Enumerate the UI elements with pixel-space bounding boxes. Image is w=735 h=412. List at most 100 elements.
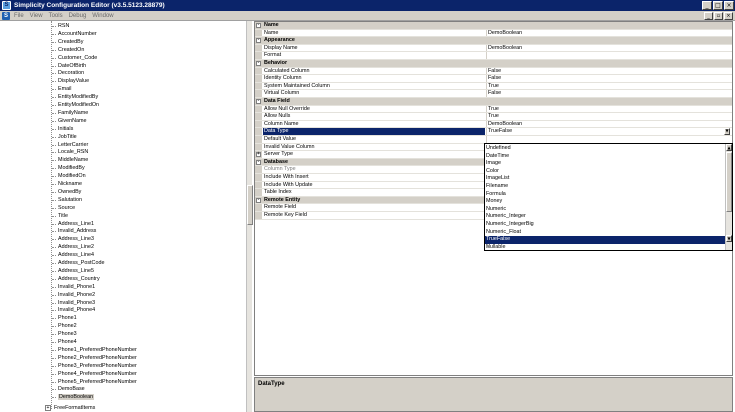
tree-item[interactable]: JobTitle — [52, 133, 77, 141]
collapse-toggle[interactable]: - — [256, 23, 261, 28]
tree-item[interactable]: Address_Line1 — [52, 220, 94, 228]
tree-item[interactable]: RSN — [51, 22, 69, 30]
menu-window[interactable]: Window — [92, 12, 113, 20]
property-value[interactable]: TrueFalse ▼ — [486, 128, 731, 135]
tree-item[interactable]: Invalid_Phone2 — [51, 291, 95, 299]
tree-item[interactable]: Salutation — [52, 196, 82, 204]
tree-item[interactable]: DemoBoolean — [51, 393, 95, 401]
property-calculated-column[interactable]: Calculated Column False — [255, 67, 732, 76]
tree-item[interactable]: Invalid_Phone1 — [51, 283, 95, 291]
menu-view[interactable]: View — [30, 12, 43, 20]
category-name[interactable]: - Name — [255, 22, 732, 30]
tree-item[interactable]: AccountNumber — [52, 30, 97, 38]
property-virtual-column[interactable]: Virtual Column False — [255, 90, 732, 98]
category-appearance[interactable]: - Appearance — [255, 37, 732, 45]
property-value[interactable]: True — [486, 113, 731, 120]
tree-item[interactable]: Address_Line4 — [52, 251, 94, 259]
dropdown-option[interactable]: Numeric_Float — [485, 229, 725, 237]
property-value[interactable]: False — [486, 75, 731, 82]
tree-item[interactable]: Phone1 — [52, 314, 77, 322]
tree-item[interactable]: ModifiedOn — [52, 172, 86, 180]
tree-item[interactable]: FamilyName — [51, 109, 88, 117]
tree-item[interactable]: Phone2 — [52, 322, 77, 330]
tree-item[interactable]: Phone1_PreferredPhoneNumber — [52, 346, 137, 354]
tree-item[interactable]: Invalid_Address — [51, 227, 96, 235]
dropdown-option[interactable]: ImageList — [485, 175, 725, 183]
tree-item[interactable]: Invalid_Phone4 — [51, 306, 95, 314]
tree-item[interactable]: Decoration — [51, 69, 84, 77]
dropdown-option[interactable]: Filename — [485, 183, 725, 191]
mdi-close-button[interactable]: × — [724, 12, 733, 20]
tree-item[interactable]: Address_Line2 — [52, 243, 94, 251]
tree-item[interactable]: CreatedOn — [51, 46, 84, 54]
tree-item[interactable]: LetterCarrier — [51, 141, 88, 149]
tree-item[interactable]: Phone4 — [52, 338, 77, 346]
tree-item[interactable]: Source — [51, 204, 75, 212]
menu-debug[interactable]: Debug — [69, 12, 87, 20]
tree-item[interactable]: ModifiedBy — [52, 164, 85, 172]
tree-item[interactable]: DateOfBirth — [51, 62, 86, 70]
minimize-button[interactable]: _ — [702, 1, 712, 10]
expand-toggle[interactable]: + — [45, 404, 51, 411]
property-value[interactable]: True — [486, 82, 731, 90]
collapse-toggle[interactable]: - — [256, 99, 261, 104]
tree-item[interactable]: Phone4_PreferredPhoneNumber — [52, 370, 137, 378]
collapse-toggle[interactable]: - — [256, 61, 261, 66]
resize-grip-icon[interactable]: ◢ — [486, 243, 493, 249]
dropdown-option[interactable]: Undefined — [485, 145, 725, 153]
mdi-minimize-button[interactable]: _ — [704, 12, 713, 20]
tree-item[interactable]: MiddleName — [51, 156, 88, 164]
property-format[interactable]: Format — [255, 52, 732, 60]
property-value[interactable] — [486, 52, 731, 59]
property-value[interactable]: DemoBoolean — [486, 29, 731, 37]
dropdown-option[interactable]: TrueFalse — [485, 236, 725, 244]
category-data-field[interactable]: - Data Field — [255, 98, 732, 106]
tree-item[interactable]: Email — [51, 85, 71, 93]
scroll-down-button[interactable]: ▼ — [726, 235, 732, 242]
dropdown-option[interactable]: Money — [485, 198, 725, 206]
property-value[interactable] — [486, 136, 731, 143]
tree-item-freeformatitems[interactable]: + FreeFormatItems — [45, 404, 95, 412]
tree-item[interactable]: EntityModifiedOn — [51, 101, 99, 109]
tree-item[interactable]: Address_PostCode — [51, 259, 104, 267]
dropdown-option[interactable]: Numeric_IntegerBig — [485, 221, 725, 229]
dropdown-option[interactable]: DateTime — [485, 153, 725, 161]
tree-item[interactable]: CreatedBy — [51, 38, 83, 46]
property-data-type[interactable]: Data Type TrueFalse ▼ — [255, 128, 732, 136]
property-identity-column[interactable]: Identity Column False — [255, 75, 732, 83]
property-allow-nulls[interactable]: Allow Nulls True — [255, 113, 732, 121]
property-system-maintained-column[interactable]: System Maintained Column True — [255, 82, 732, 91]
dropdown-arrow-icon[interactable]: ▼ — [724, 128, 730, 135]
tree-item[interactable]: Phone3_PreferredPhoneNumber — [52, 362, 137, 370]
tree-item[interactable]: EntityModifiedBy — [51, 93, 98, 101]
document-icon[interactable]: S — [2, 12, 10, 20]
dropdown-scrollbar[interactable]: ▲ ▼ — [725, 144, 732, 250]
tree-item[interactable]: Phone5_PreferredPhoneNumber — [52, 378, 137, 386]
expand-toggle[interactable]: + — [256, 152, 261, 158]
property-value[interactable]: False — [486, 67, 731, 75]
tree-item[interactable]: Invalid_Phone3 — [51, 299, 95, 307]
data-type-dropdown-list[interactable]: Nullable TrueFalse Numeric_Float Numeric_In… — [484, 143, 733, 251]
dropdown-option[interactable]: Formula — [485, 191, 725, 199]
property-name[interactable]: Name DemoBoolean — [255, 29, 732, 38]
tree-scrollbar-thumb[interactable] — [247, 185, 253, 225]
property-value[interactable]: DemoBoolean — [486, 44, 731, 52]
tree-item[interactable]: OwnedBy — [51, 188, 81, 196]
tree-item[interactable]: DisplayValue — [51, 77, 89, 85]
mdi-restore-button[interactable]: ▫ — [714, 12, 723, 20]
dropdown-option[interactable]: Nullable — [485, 244, 725, 250]
tree-item[interactable]: Initials — [51, 125, 73, 133]
tree-item[interactable]: Locale_RSN — [51, 148, 88, 156]
menu-tools[interactable]: Tools — [49, 12, 63, 20]
category-behavior[interactable]: - Behavior — [255, 60, 732, 68]
dropdown-option[interactable]: Color — [485, 168, 725, 176]
property-column-name[interactable]: Column Name DemoBoolean — [255, 120, 732, 129]
collapse-toggle[interactable]: - — [256, 197, 261, 203]
dropdown-option[interactable]: Image — [485, 160, 725, 168]
property-allow-null-override[interactable]: Allow Null Override True — [255, 105, 732, 114]
close-button[interactable]: × — [724, 1, 734, 10]
dropdown-option[interactable]: Numeric_Integer — [485, 213, 725, 221]
scroll-up-button[interactable]: ▲ — [726, 144, 732, 151]
tree-item[interactable]: Customer_Code — [51, 54, 97, 62]
dropdown-option[interactable]: Numeric — [485, 206, 725, 214]
